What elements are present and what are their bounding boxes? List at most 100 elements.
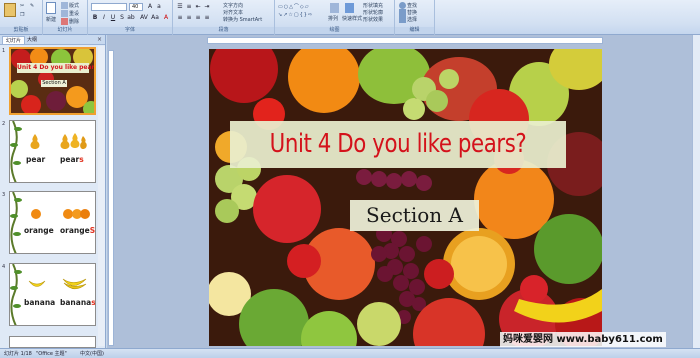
slide-number: 3 [2, 192, 6, 198]
pane-tabs: 幻灯片 大纲 × [0, 35, 105, 45]
thumb-subtitle: Section A [41, 80, 67, 87]
plural-word: orangeS [60, 226, 95, 235]
fruit-background-image [209, 49, 602, 346]
slide-title[interactable]: Unit 4 Do you like pears? [260, 121, 536, 168]
pears-image [60, 133, 87, 149]
strikethrough-icon[interactable]: ab [127, 14, 135, 22]
plural-suffix: S [89, 226, 96, 235]
slide-thumbnail-3[interactable]: orange orangeS [9, 191, 96, 254]
format-painter-icon[interactable]: ✎ [30, 3, 34, 9]
quick-styles-button[interactable] [345, 3, 355, 13]
font-color-icon[interactable]: A [162, 14, 170, 22]
shapes-gallery-row2[interactable]: ↘↗☆▢{}⇨ [278, 12, 313, 18]
plural-base: pear [60, 155, 80, 164]
font-name-field[interactable] [91, 3, 127, 11]
plural-suffix: s [91, 298, 96, 307]
delete-button[interactable]: 删除 [61, 18, 79, 25]
underline-icon[interactable]: U [109, 14, 117, 22]
bananas-image [62, 278, 87, 290]
vine-decoration [10, 121, 22, 182]
slide-thumbnail-2[interactable]: pear pears [9, 120, 96, 183]
shape-fill-button[interactable]: 形状填充 [363, 2, 383, 9]
theme-name: "Office 主题" [36, 351, 67, 357]
shrink-font-icon[interactable]: a [155, 3, 163, 11]
watermark: 妈咪爱婴网 www.baby611.com [500, 332, 666, 347]
italic-icon[interactable]: I [100, 14, 108, 22]
slide-subtitle[interactable]: Section A [350, 200, 479, 231]
vine-decoration [10, 264, 22, 325]
spacing-icon[interactable]: AV [140, 14, 148, 22]
shapes-gallery[interactable]: ▭○△⌒◇▱ [278, 3, 310, 10]
tab-outline[interactable]: 大纲 [24, 36, 40, 44]
slides-label: 幻灯片 [43, 27, 87, 34]
clipboard-group: ✂ ❐ ✎ 剪贴板 [0, 0, 43, 35]
paragraph-group: ☰ ≡ ⇤ ⇥ ≡ ≡ ≡ ≡ 文字方向 对齐文本 转换为 SmartArt 段… [173, 0, 275, 35]
replace-button[interactable]: 替换 [399, 9, 417, 16]
singular-word: pear [26, 155, 46, 164]
layout-label: 版式 [69, 3, 80, 9]
find-button[interactable]: 查找 [399, 2, 417, 9]
drawing-group: ▭○△⌒◇▱ ↘↗☆▢{}⇨ 排列 快速样式 形状填充 形状轮廓 形状效果 绘图 [275, 0, 395, 35]
convert-smartart-button[interactable]: 转换为 SmartArt [223, 16, 262, 23]
thumb-title: Unit 4 Do you like pears? [17, 64, 96, 71]
bullets-icon[interactable]: ☰ [176, 3, 184, 11]
arrange-button[interactable] [330, 3, 340, 13]
paragraph-label: 段落 [173, 27, 274, 34]
align-right-icon[interactable]: ≡ [194, 14, 202, 22]
slide-number: 4 [2, 264, 6, 270]
grow-font-icon[interactable]: A [146, 3, 154, 11]
bold-icon[interactable]: B [91, 14, 99, 22]
increase-indent-icon[interactable]: ⇥ [203, 3, 211, 11]
justify-icon[interactable]: ≡ [203, 14, 211, 22]
drawing-label: 绘图 [275, 27, 394, 34]
paste-icon[interactable] [4, 3, 17, 17]
arrange-label: 排列 [328, 16, 339, 22]
text-direction-button[interactable]: 文字方向 [223, 2, 243, 9]
new-slide-button[interactable] [46, 2, 57, 14]
slide-thumbnail-4[interactable]: banana bananas [9, 263, 96, 326]
align-center-icon[interactable]: ≡ [185, 14, 193, 22]
singular-word: banana [24, 298, 56, 307]
align-text-button[interactable]: 对齐文本 [223, 9, 243, 16]
slide-number: 2 [2, 121, 6, 127]
current-slide[interactable]: Unit 4 Do you like pears? Section A [209, 49, 602, 346]
font-label: 字体 [88, 27, 172, 34]
singular-word: orange [24, 226, 54, 235]
select-button[interactable]: 选择 [399, 16, 417, 23]
shadow-icon[interactable]: S [118, 14, 126, 22]
cut-icon[interactable]: ✂ [20, 3, 24, 9]
decrease-indent-icon[interactable]: ⇤ [194, 3, 202, 11]
ribbon: ✂ ❐ ✎ 剪贴板 新建 版式 重设 删除 幻灯片 40 A a B I U S… [0, 0, 700, 35]
tab-slides[interactable]: 幻灯片 [2, 36, 26, 44]
close-icon[interactable]: × [97, 36, 102, 43]
slide-number: 1 [2, 48, 6, 54]
new-slide-label[interactable]: 新建 [46, 16, 56, 23]
pear-image [30, 134, 40, 149]
pane-scrollbar[interactable] [98, 46, 105, 346]
font-size-field[interactable]: 40 [129, 3, 143, 11]
numbering-icon[interactable]: ≡ [185, 3, 193, 11]
editing-group: 查找 替换 选择 编辑 [395, 0, 435, 35]
slide-counter: 幻灯片 1/18 [4, 351, 32, 357]
slide-thumbnail-1[interactable]: Unit 4 Do you like pears? Section A [9, 47, 96, 115]
orange-image [31, 209, 41, 219]
plural-word: pears [60, 155, 84, 164]
reset-button[interactable]: 重设 [61, 10, 79, 17]
shape-effects-button[interactable]: 形状效果 [363, 16, 383, 23]
align-left-icon[interactable]: ≡ [176, 14, 184, 22]
clipboard-label: 剪贴板 [0, 27, 42, 34]
copy-icon[interactable]: ❐ [20, 12, 24, 18]
editing-label: 编辑 [395, 27, 434, 34]
case-icon[interactable]: Aa [151, 14, 159, 22]
layout-button[interactable]: 版式 [61, 2, 79, 9]
reset-label: 重设 [69, 11, 80, 17]
plural-base: orange [60, 226, 90, 235]
status-bar: 幻灯片 1/18 "Office 主题" 中文(中国) [0, 348, 700, 358]
editor-scrollbar[interactable] [692, 35, 700, 348]
slide-thumbnail-5[interactable] [9, 336, 96, 348]
horizontal-ruler [207, 37, 603, 44]
language-indicator[interactable]: 中文(中国) [80, 350, 104, 357]
select-label: 选择 [407, 17, 418, 23]
shape-outline-button[interactable]: 形状轮廓 [363, 9, 383, 16]
banana-image [28, 280, 46, 287]
